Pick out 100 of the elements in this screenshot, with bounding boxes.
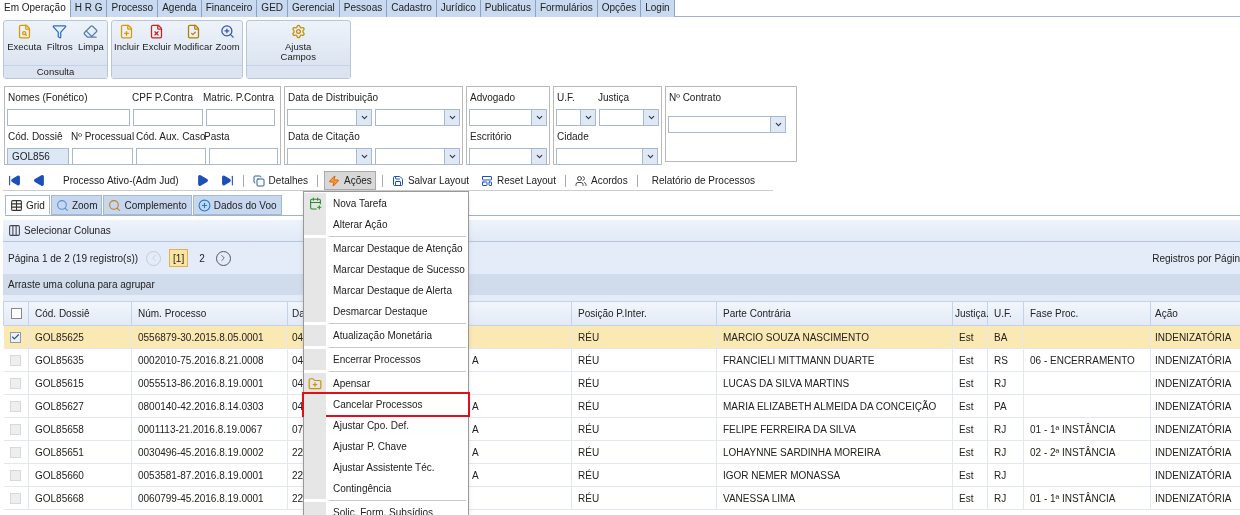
people-icon xyxy=(574,174,587,187)
menu-tab[interactable]: H R G xyxy=(70,0,108,17)
grid-icon xyxy=(10,198,23,212)
menu-item[interactable]: Apensar xyxy=(304,373,468,394)
menu-tab[interactable]: Login xyxy=(641,0,675,17)
menu-item[interactable]: Nova Tarefa xyxy=(304,193,468,214)
view-tab[interactable]: Complemento xyxy=(103,195,192,215)
document-search-icon xyxy=(16,24,32,39)
toolbar-button[interactable]: Salvar Layout xyxy=(388,171,473,190)
field-label: Nº Processual xyxy=(70,130,134,144)
menu-item[interactable]: Contingência xyxy=(304,478,468,499)
menu-item[interactable]: Marcar Destaque de Alerta xyxy=(304,280,468,301)
ribbon-button[interactable]: Filtros xyxy=(46,24,73,52)
toolbar-button[interactable]: Detalhes xyxy=(249,171,312,190)
menu-item[interactable]: Ajustar Cpo. Def. xyxy=(304,415,468,436)
group-hint: Arraste uma coluna para agrupar xyxy=(8,278,155,292)
page-button[interactable]: 2 xyxy=(196,249,208,267)
dropdown-field[interactable] xyxy=(375,109,460,126)
view-tab[interactable]: Grid xyxy=(5,195,50,215)
menu-tab[interactable]: Gerencial xyxy=(288,0,340,17)
table-cell: RJ xyxy=(994,492,1007,504)
menu-tab[interactable]: Financeiro xyxy=(201,0,258,17)
menu-tab[interactable]: Cadastro xyxy=(387,0,437,17)
dropdown-field[interactable] xyxy=(287,148,372,165)
field-label: Matric. P.Contra xyxy=(202,91,274,105)
table-cell: 0030496-45.2016.8.19.0002 xyxy=(138,446,264,458)
dropdown-field[interactable] xyxy=(469,148,547,165)
menu-item[interactable]: Atualização Monetária xyxy=(304,325,468,346)
ribbon-button[interactable]: Zoom xyxy=(215,24,240,52)
menu-tab[interactable]: Opções xyxy=(597,0,642,17)
dropdown-field[interactable] xyxy=(375,148,460,165)
select-columns-button[interactable]: Selecionar Colunas xyxy=(8,223,111,238)
table-cell: INDENIZATÓRIA xyxy=(1155,400,1232,412)
page-button[interactable]: [1] xyxy=(169,249,189,267)
table-cell: INDENIZATÓRIA xyxy=(1155,446,1232,458)
menu-tab[interactable]: Pessoas xyxy=(339,0,388,17)
menu-tab[interactable]: Em Operação xyxy=(0,0,71,17)
table-cell: INDENIZATÓRIA xyxy=(1155,469,1232,481)
dropdown-field[interactable] xyxy=(556,109,596,126)
menu-item[interactable]: Desmarcar Destaque xyxy=(304,301,468,322)
dropdown-field[interactable] xyxy=(668,116,786,133)
menu-tab[interactable]: Jurídico xyxy=(436,0,481,17)
table-cell: A xyxy=(472,469,479,481)
dropdown-field[interactable] xyxy=(556,148,658,165)
pagination-summary: Página 1 de 2 (19 registro(s)) xyxy=(8,251,139,266)
view-tab[interactable]: Dados do Voo xyxy=(192,195,282,215)
table-cell: 0001113-21.2016.8.19.0067 xyxy=(138,423,263,435)
table-cell: Est xyxy=(959,446,974,458)
column-header[interactable]: Núm. Processo xyxy=(138,308,207,319)
dropdown-field[interactable] xyxy=(287,109,372,126)
toolbar-label[interactable]: Relatório de Processos xyxy=(643,173,764,188)
field-label: CPF P.Contra xyxy=(131,91,194,105)
ribbon-button[interactable]: Executa xyxy=(7,24,42,52)
menu-item[interactable]: Marcar Destaque de Sucesso xyxy=(304,259,468,280)
first-icon[interactable] xyxy=(8,174,21,187)
menu-tab[interactable]: Processo xyxy=(107,0,159,17)
row-checkbox[interactable] xyxy=(10,331,22,343)
view-tab[interactable]: Zoom xyxy=(50,195,103,215)
toolbar-button[interactable]: Ações xyxy=(324,171,376,190)
toolbar-button[interactable]: Reset Layout xyxy=(478,171,559,190)
caret-icon xyxy=(447,113,457,122)
document-x-icon xyxy=(149,24,165,39)
text-field[interactable] xyxy=(209,148,278,165)
menu-item[interactable]: Marcar Destaque de Atenção xyxy=(304,238,468,259)
menu-item[interactable]: Cancelar Processos xyxy=(304,394,468,415)
text-field[interactable] xyxy=(72,148,133,165)
text-field[interactable] xyxy=(133,109,203,126)
ribbon-button[interactable]: Modificar xyxy=(173,24,213,52)
field-label: Data de Citação xyxy=(287,130,361,144)
table-cell: 0055513-86.2016.8.19.0001 xyxy=(138,377,264,389)
table-cell: RJ xyxy=(994,423,1007,435)
dropdown-field[interactable] xyxy=(469,109,547,126)
toolbar-button[interactable]: Acordos xyxy=(571,171,631,190)
column-header[interactable]: Ação xyxy=(1155,308,1178,319)
text-field[interactable]: GOL856 xyxy=(7,148,69,165)
text-field[interactable] xyxy=(136,148,206,165)
column-header[interactable]: Parte Contrária xyxy=(723,308,791,319)
dropdown-field[interactable] xyxy=(599,109,659,126)
next-icon[interactable] xyxy=(195,174,209,187)
ribbon-button[interactable]: Excluir xyxy=(142,24,171,52)
menu-tab[interactable]: Formulários xyxy=(535,0,598,17)
table-cell: GOL85660 xyxy=(35,469,84,481)
menu-item[interactable]: Encerrar Processos xyxy=(304,349,468,370)
table-cell: RÉU xyxy=(578,423,600,435)
text-field[interactable] xyxy=(206,109,275,126)
text-field[interactable] xyxy=(7,109,130,126)
table-cell: GOL85651 xyxy=(35,446,84,458)
table-cell: 0556879-30.2015.8.05.0001 xyxy=(138,331,264,343)
toolbar-label[interactable]: Processo Ativo-(Adm Jud) xyxy=(55,173,187,188)
ribbon-button[interactable]: Incluir xyxy=(114,24,140,52)
previous-icon[interactable] xyxy=(33,174,46,187)
last-icon[interactable] xyxy=(220,174,234,187)
ribbon-button[interactable]: Ajusta Campos xyxy=(278,24,319,62)
menu-tab[interactable]: Publicatus xyxy=(480,0,536,17)
menu-tab[interactable]: GED xyxy=(257,0,289,17)
column-header[interactable]: Fase Proc. xyxy=(1030,308,1079,319)
ribbon-button[interactable]: Limpa xyxy=(77,24,104,52)
select-all-checkbox[interactable] xyxy=(10,308,22,319)
menu-item[interactable]: Alterar Ação xyxy=(304,214,468,235)
menu-tab[interactable]: Agenda xyxy=(158,0,202,17)
